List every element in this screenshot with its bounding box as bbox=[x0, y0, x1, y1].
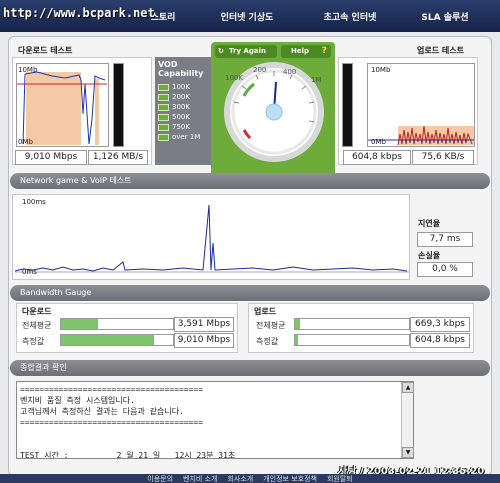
download-axis-top: 10Mb bbox=[18, 66, 38, 74]
upload-speed-bytes: 75,6 KB/s bbox=[412, 150, 474, 165]
scroll-up-arrow[interactable]: ▲ bbox=[402, 382, 414, 393]
upload-graph bbox=[367, 63, 475, 147]
upload-measured-label: 측정값 bbox=[256, 337, 279, 346]
gauge-label-100k: 100K bbox=[225, 74, 243, 82]
vod-title-2: Capability bbox=[158, 69, 204, 78]
nav-item-high-speed-internet[interactable]: 초고속 인터넷 bbox=[310, 10, 390, 23]
bandwidth-section-bar: Bandwidth Gauge bbox=[10, 285, 490, 301]
scroll-down-arrow[interactable]: ▼ bbox=[402, 447, 414, 458]
network-graph-svg bbox=[14, 204, 409, 273]
footer-links: 이용문의 벤치비 소개 회사소개 개인정보 보호정책 회원탈퇴 bbox=[0, 474, 500, 483]
gauge-label-400: 400 bbox=[283, 68, 297, 76]
upload-measured-fill bbox=[295, 335, 299, 345]
footer-link[interactable]: 회원탈퇴 bbox=[327, 474, 353, 483]
nav-item-sla-solution[interactable]: SLA 솔루션 bbox=[410, 10, 480, 23]
download-graph bbox=[16, 63, 109, 147]
download-speed-bps: 9,010 Mbps bbox=[15, 150, 87, 165]
footer-link[interactable]: 벤치비 소개 bbox=[183, 474, 217, 483]
watermark-url: http://www.bcpark.net bbox=[3, 6, 155, 20]
upload-avg-fill bbox=[295, 319, 300, 329]
vod-capability-front: VOD Capability 100K 200K 300K 500K 750K … bbox=[158, 60, 211, 160]
result-textarea[interactable]: ====================================== 벤… bbox=[16, 381, 414, 459]
upload-avg-bar bbox=[294, 318, 410, 330]
download-title: 다운로드 테스트 bbox=[18, 46, 73, 55]
nav-item-internet-weather[interactable]: 인터넷 기상도 bbox=[212, 10, 282, 23]
network-graph bbox=[12, 194, 410, 280]
upload-avg-label: 전체평균 bbox=[256, 321, 286, 330]
footer-link[interactable]: 개인정보 보호정책 bbox=[263, 474, 317, 483]
help-button[interactable]: Help ? bbox=[281, 45, 331, 58]
upload-measured-value: 604,8 kbps bbox=[410, 333, 470, 348]
vod-level-500k: 500K bbox=[158, 112, 211, 122]
network-axis-bottom: 0ms bbox=[22, 268, 37, 276]
try-again-label: Try Again bbox=[229, 47, 266, 55]
download-level-bar bbox=[113, 63, 124, 147]
upload-level-bar bbox=[342, 63, 353, 147]
upload-avg-value: 669,3 kbps bbox=[410, 317, 470, 332]
gauge-label-200: 200 bbox=[253, 66, 267, 74]
bandwidth-download-title: 다운로드 bbox=[22, 307, 52, 316]
try-again-button[interactable]: ↻ Try Again bbox=[215, 45, 277, 58]
result-section-bar: 종합결과 확인 bbox=[10, 360, 490, 376]
gauge-label-1m: 1M bbox=[311, 76, 322, 84]
footer-link[interactable]: 이용문의 bbox=[147, 474, 173, 483]
result-scrollbar[interactable]: ▲ ▼ bbox=[401, 382, 414, 458]
speed-gauge: ↻ Try Again Help ? 200 400 100K 1M bbox=[211, 42, 335, 177]
upload-speed-bps: 604,8 kbps bbox=[343, 150, 411, 165]
vod-level-200k: 200K bbox=[158, 92, 211, 102]
download-measured-label: 측정값 bbox=[22, 337, 45, 346]
loss-label: 손실율 bbox=[418, 251, 441, 260]
gauge-dial-svg bbox=[231, 69, 317, 155]
download-speed-bytes: 1,126 MB/s bbox=[88, 150, 148, 165]
loss-value: 0,0 % bbox=[417, 262, 473, 277]
latency-value: 7,7 ms bbox=[417, 232, 473, 247]
network-axis-top: 100ms bbox=[22, 198, 46, 206]
upload-axis-bottom: 0Mb bbox=[371, 138, 386, 146]
footer-link[interactable]: 회사소개 bbox=[227, 474, 253, 483]
vod-level-100k: 100K bbox=[158, 82, 211, 92]
download-measured-bar bbox=[60, 334, 174, 346]
vod-level-750k: 750K bbox=[158, 122, 211, 132]
download-avg-value: 3,591 Mbps bbox=[174, 317, 234, 332]
download-graph-svg bbox=[17, 71, 107, 145]
upload-measured-bar bbox=[294, 334, 410, 346]
vod-title-1: VOD bbox=[158, 60, 178, 69]
upload-title: 업로드 테스트 bbox=[417, 46, 464, 55]
download-measured-fill bbox=[61, 335, 154, 345]
upload-axis-top: 10Mb bbox=[371, 66, 391, 74]
download-avg-fill bbox=[61, 319, 98, 329]
download-axis-bottom: 0Mb bbox=[18, 138, 33, 146]
network-section-bar: Network game & VoIP 테스트 bbox=[10, 173, 490, 189]
download-measured-value: 9,010 Mbps bbox=[174, 333, 234, 348]
vod-level-over-1m: over 1M bbox=[158, 132, 211, 142]
refresh-icon: ↻ bbox=[218, 47, 224, 55]
bandwidth-upload-title: 업로드 bbox=[254, 307, 277, 316]
help-label: Help bbox=[291, 47, 310, 55]
upload-graph-svg bbox=[368, 125, 474, 146]
vod-level-300k: 300K bbox=[158, 102, 211, 112]
help-icon: ? bbox=[321, 46, 327, 56]
latency-label: 지연율 bbox=[418, 219, 441, 228]
download-avg-label: 전체평균 bbox=[22, 321, 52, 330]
download-avg-bar bbox=[60, 318, 174, 330]
